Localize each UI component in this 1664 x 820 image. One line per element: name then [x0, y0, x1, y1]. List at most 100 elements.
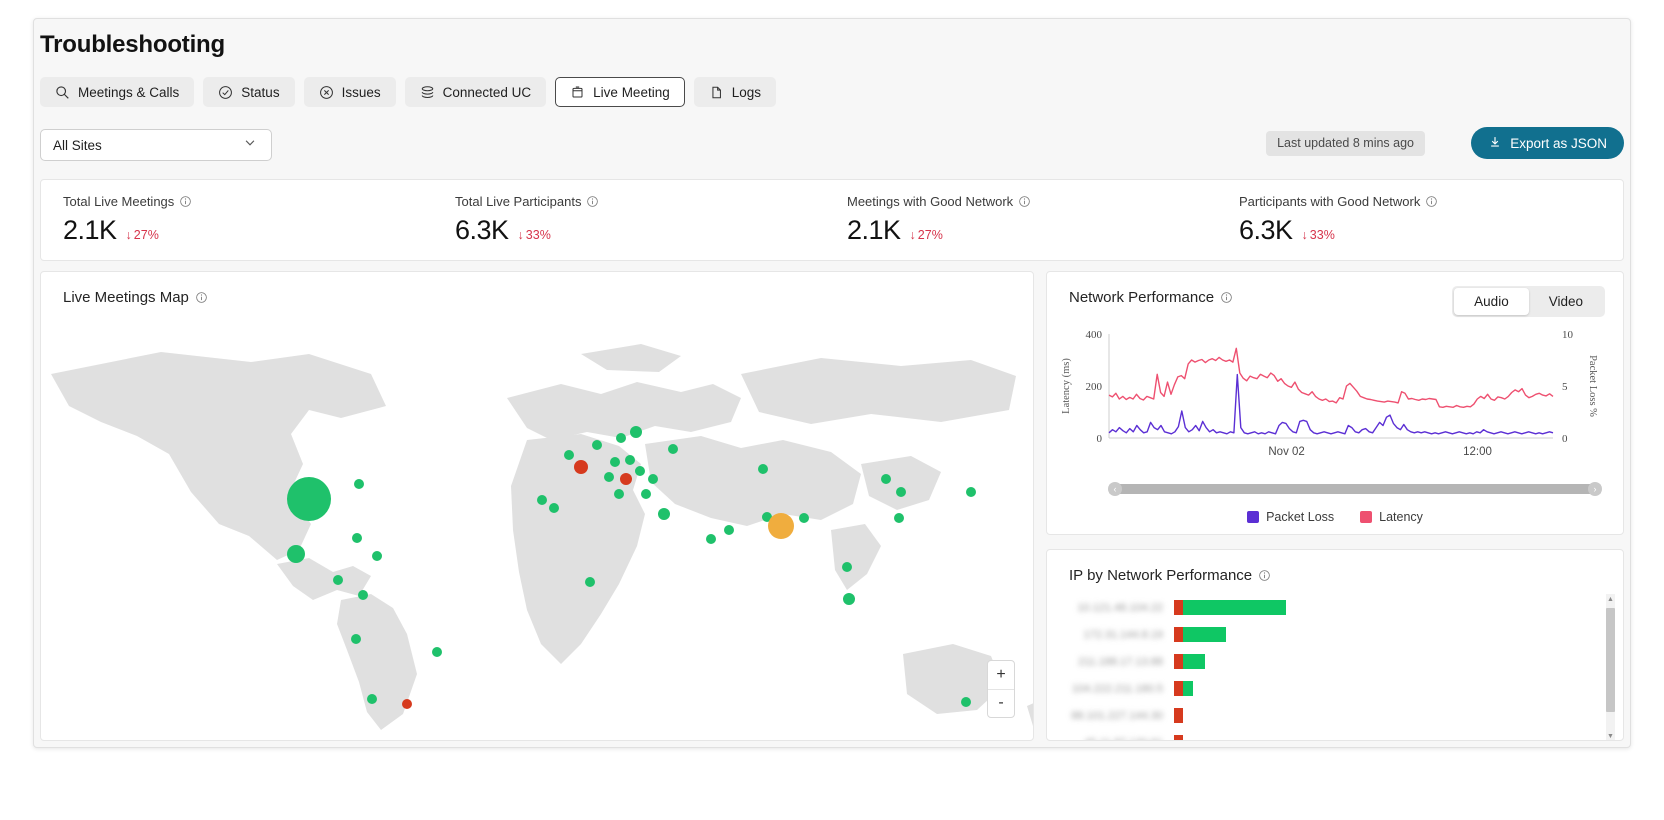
ip-bar-good: [1183, 627, 1226, 642]
map-marker[interactable]: [287, 477, 331, 521]
world-map[interactable]: [41, 314, 1034, 741]
map-marker[interactable]: [372, 551, 382, 561]
legend-item-latency[interactable]: Latency: [1360, 510, 1423, 524]
ip-row[interactable]: 88.101.227.144.30: [1047, 702, 1624, 729]
kpi-delta: 27%: [918, 228, 943, 242]
tab-issues[interactable]: Issues: [304, 77, 396, 107]
map-marker[interactable]: [549, 503, 559, 513]
map-marker[interactable]: [896, 487, 906, 497]
chart-scroll-left-button[interactable]: ‹: [1108, 482, 1122, 496]
export-as-json-button[interactable]: Export as JSON: [1471, 127, 1624, 159]
ip-list-scrollbar[interactable]: ▲ ▼: [1606, 594, 1615, 741]
info-icon[interactable]: [586, 195, 599, 208]
map-marker[interactable]: [574, 460, 588, 474]
map-marker[interactable]: [961, 697, 971, 707]
map-marker[interactable]: [881, 474, 891, 484]
map-marker[interactable]: [616, 433, 626, 443]
ip-bar-group: [1174, 735, 1183, 741]
map-panel-header: Live Meetings Map: [63, 289, 208, 306]
map-marker[interactable]: [724, 525, 734, 535]
toggle-audio-button[interactable]: Audio: [1454, 288, 1529, 315]
map-marker[interactable]: [799, 513, 809, 523]
network-performance-panel: Network Performance Audio Video 02004000…: [1046, 271, 1624, 535]
tab-label: Connected UC: [443, 85, 532, 100]
ip-row[interactable]: 172.31.144.8.19: [1047, 621, 1624, 648]
ip-scroll-thumb[interactable]: [1606, 608, 1615, 712]
map-marker[interactable]: [585, 577, 595, 587]
kpi-participants-with-good-network: Participants with Good Network 6.3K↓33%: [1239, 194, 1438, 246]
ip-bar-list: 10.121.48.104.22 172.31.144.8.19211.188.1…: [1047, 594, 1624, 741]
ip-bar-bad: [1174, 681, 1183, 696]
info-icon[interactable]: [1425, 195, 1438, 208]
tab-logs[interactable]: Logs: [694, 77, 776, 107]
map-marker[interactable]: [625, 455, 635, 465]
site-selector[interactable]: All Sites: [40, 129, 272, 161]
map-zoom-out-button[interactable]: -: [988, 690, 1014, 718]
map-marker[interactable]: [333, 575, 343, 585]
map-marker[interactable]: [352, 533, 362, 543]
map-marker[interactable]: [604, 472, 614, 482]
map-marker[interactable]: [635, 466, 645, 476]
map-marker[interactable]: [843, 593, 855, 605]
map-marker[interactable]: [894, 513, 904, 523]
chart-legend: Packet Loss Latency: [1047, 510, 1623, 524]
map-marker[interactable]: [367, 694, 377, 704]
ip-row[interactable]: 45.11.87.130.91: [1047, 729, 1624, 741]
map-marker[interactable]: [966, 487, 976, 497]
export-button-label: Export as JSON: [1510, 136, 1607, 151]
map-marker[interactable]: [592, 440, 602, 450]
network-performance-chart[interactable]: 02004000510Latency (ms)Packet Loss %Nov …: [1047, 316, 1624, 476]
tab-meetings-and-calls[interactable]: Meetings & Calls: [40, 77, 194, 107]
chart-time-scrollbar[interactable]: ‹ ›: [1109, 482, 1601, 496]
ip-scroll-down-button[interactable]: ▼: [1606, 731, 1615, 741]
map-marker[interactable]: [641, 489, 651, 499]
ip-row[interactable]: 104.222.211.180.5: [1047, 675, 1624, 702]
map-marker[interactable]: [351, 634, 361, 644]
map-marker[interactable]: [668, 444, 678, 454]
map-marker[interactable]: [402, 699, 412, 709]
map-marker[interactable]: [432, 647, 442, 657]
toggle-video-button[interactable]: Video: [1529, 288, 1603, 315]
legend-label: Latency: [1379, 510, 1423, 524]
chart-scrollbar-track[interactable]: [1109, 484, 1601, 494]
map-marker[interactable]: [354, 479, 364, 489]
map-marker[interactable]: [564, 450, 574, 460]
ip-bar-bad: [1174, 627, 1183, 642]
chart-scroll-right-button[interactable]: ›: [1588, 482, 1602, 496]
tab-label: Issues: [342, 85, 381, 100]
tab-status[interactable]: Status: [203, 77, 294, 107]
info-icon[interactable]: [1018, 195, 1031, 208]
info-icon[interactable]: [195, 291, 208, 304]
map-marker[interactable]: [358, 590, 368, 600]
map-marker[interactable]: [658, 508, 670, 520]
map-marker[interactable]: [648, 474, 658, 484]
ip-scroll-up-button[interactable]: ▲: [1606, 594, 1615, 605]
map-marker[interactable]: [614, 489, 624, 499]
ip-bar-group: [1174, 681, 1193, 696]
ip-row[interactable]: 10.121.48.104.22: [1047, 594, 1624, 621]
legend-item-packet-loss[interactable]: Packet Loss: [1247, 510, 1334, 524]
tab-live-meeting[interactable]: Live Meeting: [555, 77, 685, 107]
info-icon[interactable]: [1258, 569, 1271, 582]
map-marker[interactable]: [842, 562, 852, 572]
map-marker[interactable]: [768, 513, 794, 539]
document-icon: [709, 85, 724, 100]
ip-bar-good: [1183, 681, 1193, 696]
map-marker[interactable]: [610, 457, 620, 467]
legend-swatch: [1247, 511, 1259, 523]
map-marker[interactable]: [706, 534, 716, 544]
map-marker[interactable]: [620, 473, 632, 485]
map-zoom-in-button[interactable]: +: [988, 661, 1014, 690]
kpi-value: 2.1K: [63, 215, 117, 246]
kpi-total-live-participants: Total Live Participants 6.3K↓33%: [455, 194, 599, 246]
info-icon[interactable]: [1220, 291, 1233, 304]
map-marker[interactable]: [758, 464, 768, 474]
ip-row[interactable]: 211.188.17.13.88: [1047, 648, 1624, 675]
map-marker[interactable]: [287, 545, 305, 563]
ip-address-label: 10.121.48.104.22: [1047, 602, 1174, 614]
map-marker[interactable]: [630, 426, 642, 438]
ip-bar-bad: [1174, 735, 1183, 741]
tab-connected-uc[interactable]: Connected UC: [405, 77, 547, 107]
map-marker[interactable]: [537, 495, 547, 505]
info-icon[interactable]: [179, 195, 192, 208]
